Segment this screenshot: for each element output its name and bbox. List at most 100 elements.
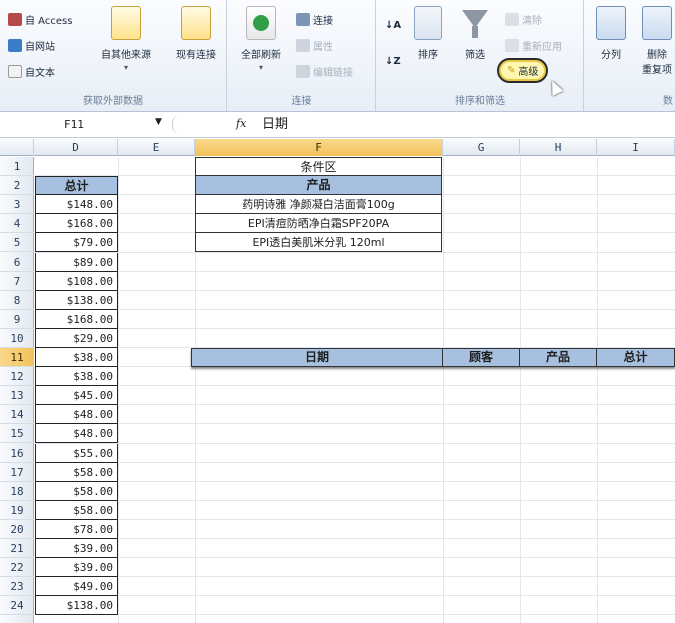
advanced-filter-button[interactable]: ✎ 高级 xyxy=(497,58,549,83)
clear-button[interactable]: 清除 xyxy=(505,12,542,27)
grid-row-line xyxy=(35,385,675,387)
grid-row-line xyxy=(35,538,675,539)
row-header-19[interactable]: 19 xyxy=(0,501,34,520)
column-header-i[interactable]: I xyxy=(597,139,675,156)
properties-button[interactable]: 属性 xyxy=(296,38,333,53)
row-header-20[interactable]: 20 xyxy=(0,520,34,539)
criteria-item-cell[interactable]: EPI清痘防晒净白霜SPF20PA xyxy=(195,214,442,234)
total-cell[interactable]: $48.00 xyxy=(35,424,118,444)
total-cell[interactable]: $48.00 xyxy=(35,405,118,425)
total-cell[interactable]: $108.00 xyxy=(35,271,118,291)
grid-row-line xyxy=(35,461,675,463)
existing-connections-button[interactable]: 现有连接 xyxy=(166,6,226,61)
from-text-button[interactable]: 自文本 xyxy=(8,64,55,79)
total-cell[interactable]: $138.00 xyxy=(35,290,118,310)
row-header-24[interactable]: 24 xyxy=(0,596,34,616)
total-cell[interactable]: $38.00 xyxy=(35,348,118,368)
total-cell[interactable]: $29.00 xyxy=(35,328,118,348)
remove-duplicates-button[interactable]: 删除 重复项 xyxy=(637,6,675,76)
total-cell[interactable]: $38.00 xyxy=(35,367,118,387)
name-box[interactable]: F11 xyxy=(4,115,164,134)
row-header-3[interactable]: 3 xyxy=(0,195,34,215)
grid-row-line xyxy=(35,480,675,482)
total-cell[interactable]: $58.00 xyxy=(35,500,118,520)
row-header-7[interactable]: 7 xyxy=(0,272,34,291)
criteria-title-cell[interactable]: 条件区 xyxy=(195,157,442,177)
output-header-date[interactable]: 日期 xyxy=(192,349,443,366)
criteria-item-cell[interactable]: EPI透白美肌米分乳 120ml xyxy=(195,233,442,253)
reapply-button[interactable]: 重新应用 xyxy=(505,38,562,53)
total-column-header[interactable]: 总计 xyxy=(35,176,118,196)
total-cell[interactable]: $89.00 xyxy=(35,252,118,272)
criteria-header-cell[interactable]: 产品 xyxy=(195,176,442,196)
total-cell[interactable]: $148.00 xyxy=(35,195,118,215)
row-header-1[interactable]: 1 xyxy=(0,157,34,177)
from-web-button[interactable]: 自网站 xyxy=(8,38,55,53)
total-cell[interactable]: $58.00 xyxy=(35,481,118,501)
from-other-sources-button[interactable]: 自其他来源 ▾ xyxy=(90,6,162,72)
refresh-all-button[interactable]: 全部刷新 ▾ xyxy=(232,6,290,72)
row-header-9[interactable]: 9 xyxy=(0,310,34,329)
formula-input[interactable]: 日期 xyxy=(262,115,288,134)
total-cell[interactable]: $45.00 xyxy=(35,386,118,406)
group-connections: 全部刷新 ▾ 连接 属性 编辑链接 连接 xyxy=(228,0,376,111)
insert-function-icon[interactable]: fx xyxy=(236,117,246,130)
sort-button[interactable]: 排序 xyxy=(409,6,447,61)
total-cell[interactable]: $79.00 xyxy=(35,233,118,253)
total-cell[interactable]: $58.00 xyxy=(35,462,118,482)
group-label-get-external: 获取外部数据 xyxy=(83,96,143,107)
output-header-product[interactable]: 产品 xyxy=(520,349,597,366)
edit-links-icon xyxy=(296,65,310,78)
row-header-5[interactable]: 5 xyxy=(0,233,34,253)
name-box-dropdown-icon[interactable]: ▼ xyxy=(155,117,162,127)
column-header-d[interactable]: D xyxy=(34,139,118,156)
from-access-button[interactable]: 自 Access xyxy=(8,12,72,27)
column-header-h[interactable]: H xyxy=(520,139,597,156)
row-header-2[interactable]: 2 xyxy=(0,176,34,196)
row-header-6[interactable]: 6 xyxy=(0,253,34,272)
row-header-17[interactable]: 17 xyxy=(0,463,34,482)
row-header-10[interactable]: 10 xyxy=(0,329,34,348)
sort-za-button[interactable]: ↓Z xyxy=(385,56,401,67)
group-label-connections: 连接 xyxy=(291,96,312,107)
column-header-e[interactable]: E xyxy=(118,139,195,156)
total-cell[interactable]: $78.00 xyxy=(35,519,118,539)
worksheet-grid[interactable]: 日期 顾客 产品 总计 总计 $148.00 $168.00 $79.00 $89.00… xyxy=(35,157,675,623)
text-to-columns-button[interactable]: 分列 xyxy=(591,6,631,61)
row-header-8[interactable]: 8 xyxy=(0,291,34,310)
total-cell[interactable]: $138.00 xyxy=(35,596,118,616)
filter-button[interactable]: 筛选 xyxy=(455,6,495,61)
output-header-total[interactable]: 总计 xyxy=(597,349,674,366)
ribbon: 自 Access 自网站 自文本 自其他来源 ▾ 现有连接 获取外部数据 全部刷… xyxy=(0,0,675,112)
row-header-11[interactable]: 11 xyxy=(0,348,34,368)
row-header-23[interactable]: 23 xyxy=(0,577,34,597)
total-cell[interactable]: $168.00 xyxy=(35,309,118,329)
sort-ascending-icon: ↓A xyxy=(385,20,402,31)
total-cell[interactable]: $39.00 xyxy=(35,539,118,559)
total-cell[interactable]: $168.00 xyxy=(35,214,118,234)
total-cell[interactable]: $49.00 xyxy=(35,577,118,597)
row-header-15[interactable]: 15 xyxy=(0,424,34,444)
row-header-18[interactable]: 18 xyxy=(0,482,34,501)
row-header-12[interactable]: 12 xyxy=(0,367,34,387)
column-header-f[interactable]: F xyxy=(195,139,443,156)
edit-links-button[interactable]: 编辑链接 xyxy=(296,64,353,79)
row-header-22[interactable]: 22 xyxy=(0,558,34,578)
row-header-4[interactable]: 4 xyxy=(0,214,34,234)
column-header-g[interactable]: G xyxy=(443,139,520,156)
chevron-down-icon: ▾ xyxy=(258,63,263,72)
row-header-13[interactable]: 13 xyxy=(0,386,34,406)
criteria-item-cell[interactable]: 药明诗雅 净颜凝白洁面膏100g xyxy=(195,195,442,215)
row-header-21[interactable]: 21 xyxy=(0,539,34,559)
grid-row-line xyxy=(35,289,675,291)
select-all-corner[interactable] xyxy=(0,139,34,156)
row-header-16[interactable]: 16 xyxy=(0,444,34,463)
output-header-customer[interactable]: 顾客 xyxy=(443,349,520,366)
connections-button[interactable]: 连接 xyxy=(296,12,333,27)
total-cell[interactable]: $55.00 xyxy=(35,443,118,463)
total-cell[interactable]: $39.00 xyxy=(35,558,118,578)
group-label-data-tools: 数 xyxy=(663,96,673,107)
sort-az-button[interactable]: ↓A xyxy=(385,20,401,31)
row-header-14[interactable]: 14 xyxy=(0,405,34,425)
grid-row-line xyxy=(35,499,675,501)
